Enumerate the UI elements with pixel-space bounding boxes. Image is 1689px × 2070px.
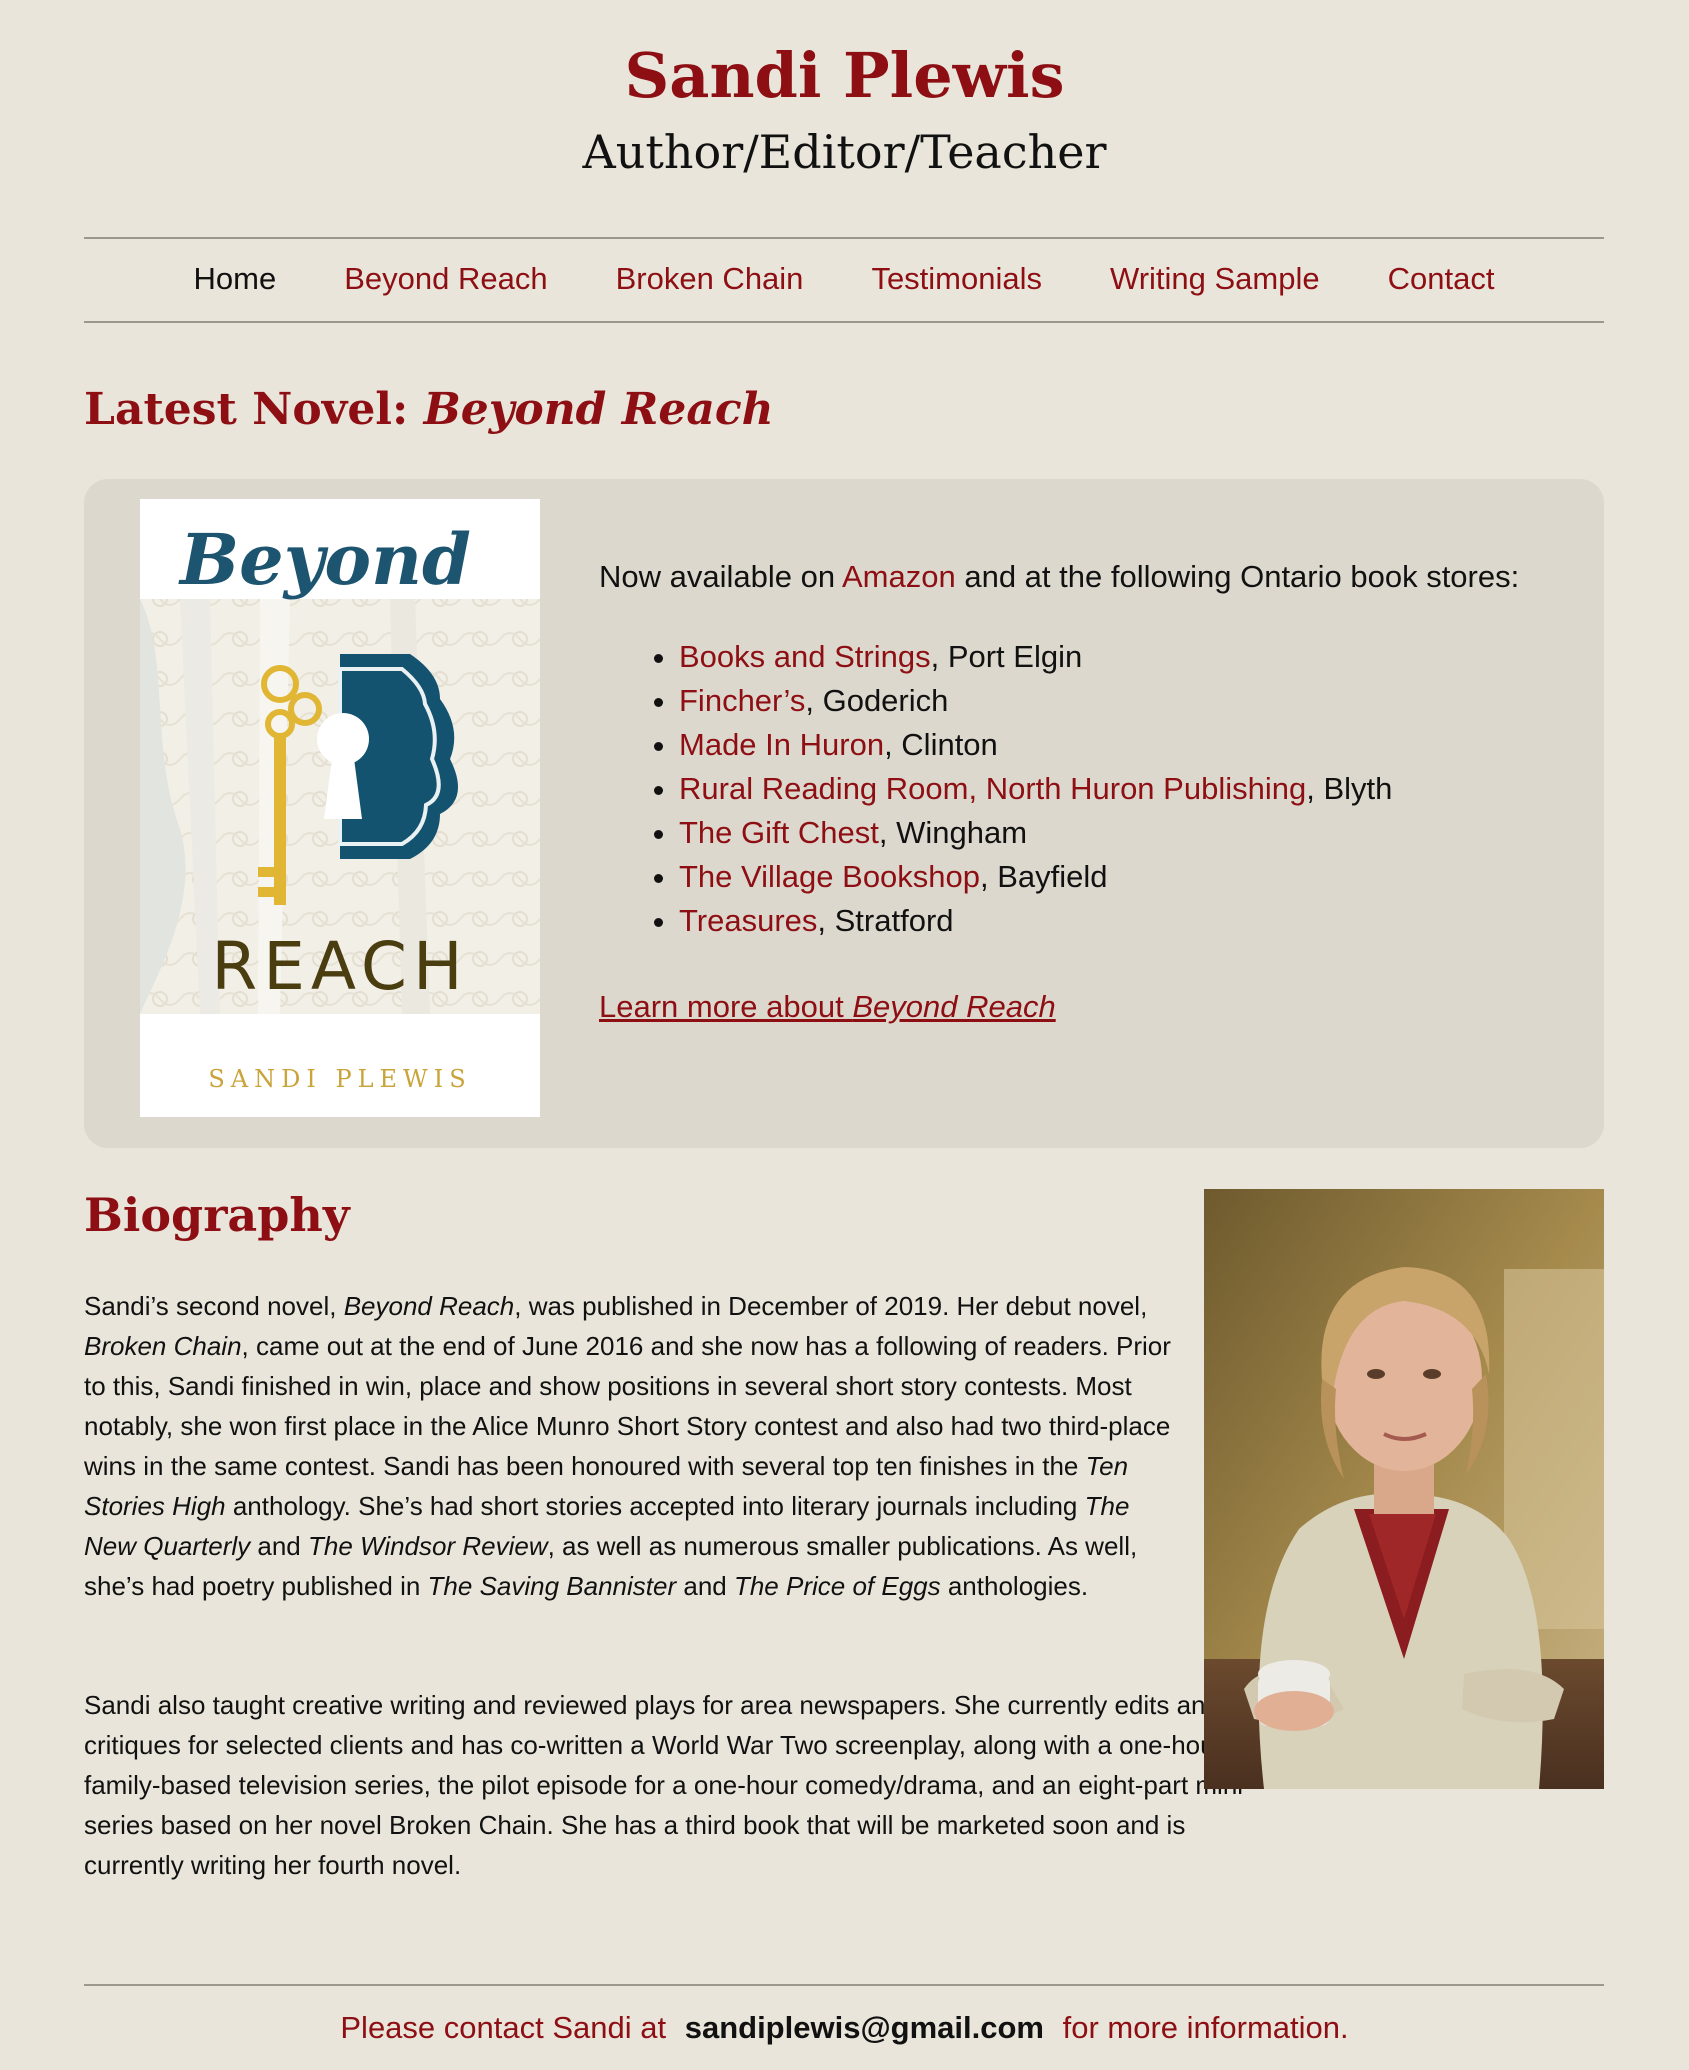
cover-author: SANDI PLEWIS: [208, 1065, 471, 1093]
nav-item-home[interactable]: Home: [194, 259, 277, 299]
store-link-books-and-strings[interactable]: Books and Strings: [679, 639, 931, 674]
learn-more-title: Beyond Reach: [852, 989, 1056, 1024]
store-item: Rural Reading Room, North Huron Publishi…: [679, 767, 1392, 811]
site-title[interactable]: Sandi Plewis: [0, 36, 1689, 116]
learn-more-link[interactable]: Learn more about Beyond Reach: [599, 987, 1056, 1027]
store-town: , Stratford: [817, 903, 954, 938]
store-link-rural-reading-room[interactable]: Rural Reading Room, North Huron Publishi…: [679, 771, 1306, 806]
author-portrait-image: [1204, 1189, 1604, 1789]
store-link-treasures[interactable]: Treasures: [679, 903, 817, 938]
page: Sandi Plewis Author/Editor/Teacher Home …: [0, 0, 1689, 2070]
latest-novel-prefix: Latest Novel:: [84, 384, 424, 435]
store-town: , Goderich: [805, 683, 949, 718]
nav-item-broken-chain[interactable]: Broken Chain: [616, 259, 804, 299]
text-run: and: [250, 1531, 308, 1561]
nav-item-testimonials[interactable]: Testimonials: [871, 259, 1042, 299]
store-item: Fincher’s, Goderich: [679, 679, 1392, 723]
text-run: anthology. She’s had short stories accep…: [225, 1491, 1085, 1521]
text-run: and: [676, 1571, 734, 1601]
biography-paragraph-1: Sandi’s second novel, Beyond Reach, was …: [84, 1286, 1174, 1606]
store-list: Books and Strings, Port Elgin Fincher’s,…: [599, 635, 1392, 943]
availability-suffix: and at the following Ontario book stores…: [955, 559, 1520, 594]
cover-title-bottom: REACH: [211, 928, 468, 1005]
nav-item-contact[interactable]: Contact: [1388, 259, 1495, 299]
site-footer: Please contact Sandi at sandiplewis@gmai…: [0, 2006, 1689, 2050]
store-item: Treasures, Stratford: [679, 899, 1392, 943]
footer-suffix: for more information.: [1062, 2010, 1349, 2045]
store-town: , Bayfield: [980, 859, 1108, 894]
text-run: Sandi’s second novel,: [84, 1291, 344, 1321]
italic-title: The Windsor Review: [307, 1531, 548, 1561]
main-nav: Home Beyond Reach Broken Chain Testimoni…: [84, 237, 1604, 321]
store-link-made-in-huron[interactable]: Made In Huron: [679, 727, 884, 762]
store-link-the-village-bookshop[interactable]: The Village Bookshop: [679, 859, 980, 894]
store-item: Made In Huron, Clinton: [679, 723, 1392, 767]
store-item: Books and Strings, Port Elgin: [679, 635, 1392, 679]
learn-more-prefix: Learn more about: [599, 989, 853, 1024]
store-link-finchers[interactable]: Fincher’s: [679, 683, 805, 718]
amazon-link[interactable]: Amazon: [842, 559, 956, 594]
nav-item-writing-sample[interactable]: Writing Sample: [1110, 259, 1320, 299]
book-cover-image[interactable]: Beyond REACH SANDI PLEWIS: [140, 499, 540, 1117]
store-town: , Port Elgin: [930, 639, 1083, 674]
store-town: , Blyth: [1306, 771, 1393, 806]
site-subtitle: Author/Editor/Teacher: [582, 125, 1107, 179]
italic-title: Beyond Reach: [343, 1291, 515, 1321]
availability-prefix: Now available on: [599, 559, 842, 594]
text-run: , came out at the end of June 2016 and s…: [84, 1331, 1171, 1481]
store-town: , Clinton: [884, 727, 998, 762]
store-item: The Village Bookshop, Bayfield: [679, 855, 1392, 899]
latest-novel-panel: Beyond REACH SANDI PLEWIS Now available …: [84, 479, 1604, 1148]
italic-title: The Saving Bannister: [427, 1571, 677, 1601]
store-item: The Gift Chest, Wingham: [679, 811, 1392, 855]
cover-title-top: Beyond: [178, 518, 471, 601]
biography-heading: Biography: [84, 1188, 350, 1242]
availability-text: Now available on Amazon and at the follo…: [599, 557, 1519, 597]
text-run: anthologies.: [940, 1571, 1089, 1601]
biography-paragraph-2: Sandi also taught creative writing and r…: [84, 1690, 1252, 1880]
latest-novel-heading: Latest Novel: Beyond Reach: [84, 380, 774, 440]
text-run: , was published in December of 2019. Her…: [514, 1291, 1148, 1321]
latest-novel-title: Beyond Reach: [423, 384, 774, 435]
store-link-the-gift-chest[interactable]: The Gift Chest: [679, 815, 879, 850]
footer-prefix: Please contact Sandi at: [340, 2010, 667, 2045]
nav-item-beyond-reach[interactable]: Beyond Reach: [344, 259, 547, 299]
italic-title: The Price of Eggs: [733, 1571, 941, 1601]
italic-title: Broken Chain: [84, 1331, 242, 1361]
store-town: , Wingham: [878, 815, 1028, 850]
nav-bottom-divider: [84, 321, 1604, 323]
footer-divider: [84, 1984, 1604, 1986]
email-link[interactable]: sandiplewis@gmail.com: [685, 2010, 1044, 2045]
